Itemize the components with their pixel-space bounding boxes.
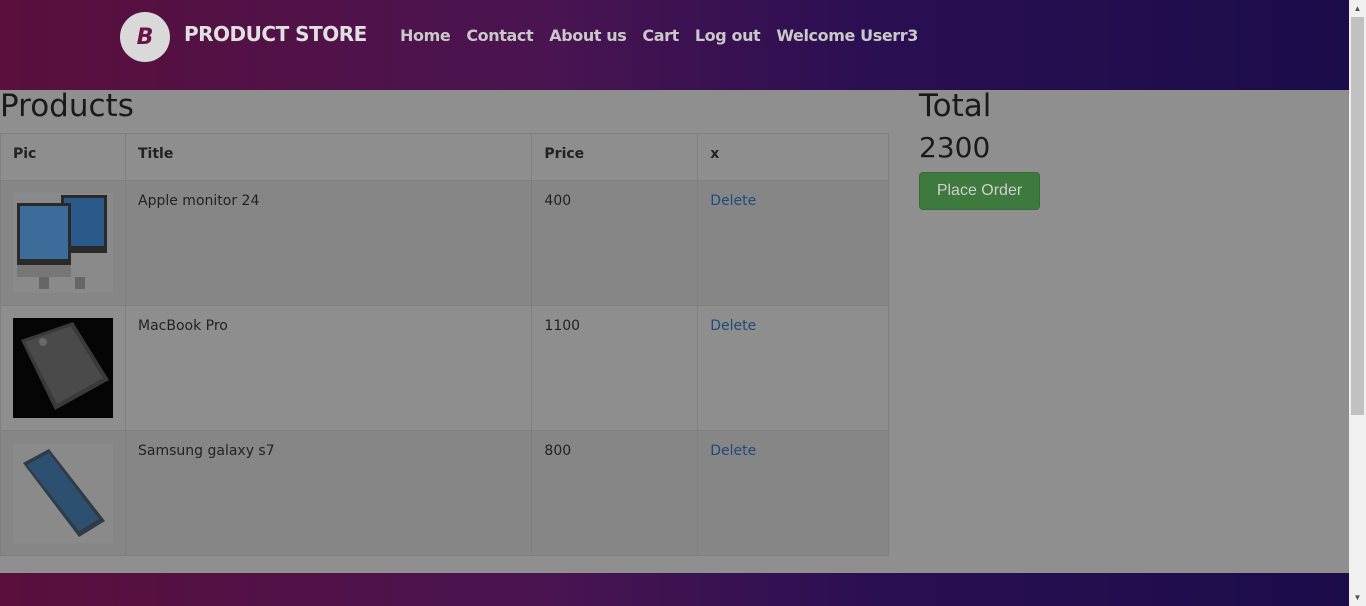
header-title: Title <box>124 133 533 181</box>
nav-about-us[interactable]: About us <box>549 26 627 45</box>
nav-links: Home Contact About us Cart Log out Welco… <box>400 26 918 45</box>
header-pic: Pic <box>0 133 126 181</box>
place-order-button[interactable]: Place Order <box>919 172 1040 210</box>
footer <box>0 573 1349 606</box>
navbar: B PRODUCT STORE Home Contact About us Ca… <box>0 0 1349 90</box>
apple-monitor-image <box>13 193 113 293</box>
brand-name[interactable]: PRODUCT STORE <box>184 22 367 46</box>
table-row: MacBook Pro 1100 Delete <box>0 305 889 431</box>
scroll-up-icon[interactable]: ▲ <box>1349 0 1366 17</box>
nav-welcome-user[interactable]: Welcome Userr3 <box>776 26 918 45</box>
brand-logo-icon[interactable]: B <box>120 12 170 62</box>
pic-cell <box>0 430 126 556</box>
table-row: Apple monitor 24 400 Delete <box>0 180 889 306</box>
nav-home[interactable]: Home <box>400 26 451 45</box>
product-title: Samsung galaxy s7 <box>124 430 533 556</box>
total-heading: Total <box>919 88 992 124</box>
header-x: x <box>697 133 889 181</box>
samsung-galaxy-image <box>13 443 113 543</box>
delete-link[interactable]: Delete <box>710 443 756 459</box>
table-header-row: Pic Title Price x <box>0 133 889 181</box>
product-price: 800 <box>531 430 699 556</box>
scroll-down-icon[interactable]: ▼ <box>1349 589 1366 606</box>
products-heading: Products <box>0 88 134 124</box>
pic-cell <box>0 180 126 306</box>
product-title: Apple monitor 24 <box>124 180 533 306</box>
vertical-scrollbar[interactable]: ▲ ▼ <box>1349 0 1366 606</box>
nav-contact[interactable]: Contact <box>466 26 533 45</box>
cart-table: Pic Title Price x Apple monitor 24 400 D… <box>0 133 889 556</box>
table-row: Samsung galaxy s7 800 Delete <box>0 430 889 556</box>
nav-cart[interactable]: Cart <box>642 26 679 45</box>
header-price: Price <box>531 133 699 181</box>
product-title: MacBook Pro <box>124 305 533 431</box>
product-price: 1100 <box>531 305 699 431</box>
total-value: 2300 <box>919 131 991 164</box>
delete-link[interactable]: Delete <box>710 318 756 334</box>
product-price: 400 <box>531 180 699 306</box>
pic-cell <box>0 305 126 431</box>
macbook-pro-image <box>13 318 113 418</box>
delete-link[interactable]: Delete <box>710 193 756 209</box>
nav-log-out[interactable]: Log out <box>695 26 761 45</box>
scrollbar-thumb[interactable] <box>1351 17 1364 415</box>
